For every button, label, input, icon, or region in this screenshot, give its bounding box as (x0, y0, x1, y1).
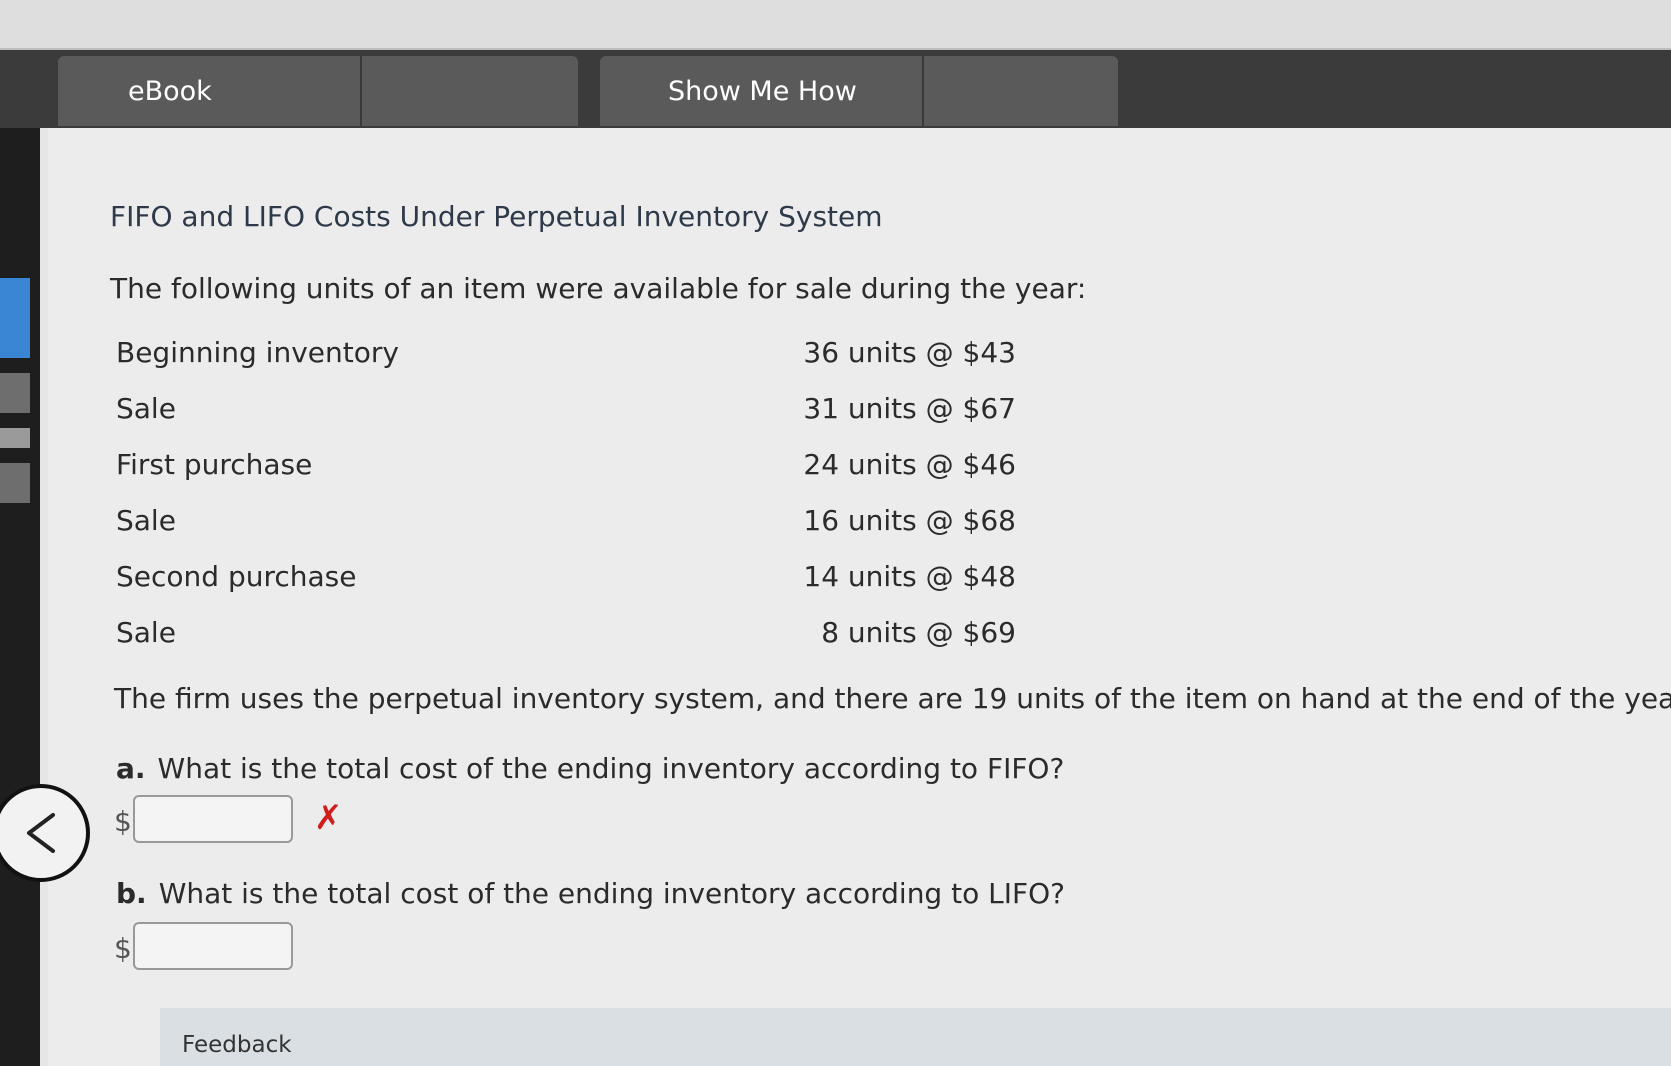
tab-divider (922, 56, 924, 126)
rail-block (0, 373, 30, 413)
row-label: Sale (116, 392, 176, 425)
ebook-tab-label: eBook (128, 75, 212, 107)
question-b: b. What is the total cost of the ending i… (116, 877, 1065, 910)
rail-active-block (0, 278, 30, 358)
row-label: Sale (116, 616, 176, 649)
question-b-text: What is the total cost of the ending inv… (158, 877, 1065, 910)
table-row: Sale 31 units @ $67 (116, 386, 1016, 442)
x-mark-icon: ✗ (314, 798, 343, 838)
left-rail (0, 128, 40, 1066)
problem-title: FIFO and LIFO Costs Under Perpetual Inve… (110, 200, 883, 233)
row-label: Beginning inventory (116, 336, 399, 369)
question-a: a. What is the total cost of the ending i… (116, 752, 1064, 785)
row-value: 8 units @ $69 (821, 616, 1016, 649)
question-a-letter: a. (116, 752, 146, 785)
table-row: First purchase 24 units @ $46 (116, 442, 1016, 498)
feedback-panel: Feedback (160, 1008, 1671, 1066)
row-value: 24 units @ $46 (803, 448, 1016, 481)
inventory-table: Beginning inventory 36 units @ $43 Sale … (116, 330, 1016, 666)
row-value: 36 units @ $43 (803, 336, 1016, 369)
row-value: 14 units @ $48 (803, 560, 1016, 593)
question-a-text: What is the total cost of the ending inv… (157, 752, 1065, 785)
lifo-answer-input[interactable] (133, 922, 293, 970)
rail-block (0, 463, 30, 503)
row-value: 31 units @ $67 (803, 392, 1016, 425)
tab-divider (360, 56, 362, 126)
currency-symbol: $ (114, 805, 132, 838)
problem-statement: The firm uses the perpetual inventory sy… (114, 682, 1671, 715)
show-me-how-tab-label: Show Me How (668, 75, 857, 107)
rail-block (0, 428, 30, 448)
feedback-label: Feedback (182, 1032, 292, 1058)
chevron-left-icon (27, 813, 55, 853)
table-row: Second purchase 14 units @ $48 (116, 554, 1016, 610)
row-label: Sale (116, 504, 176, 537)
fifo-answer-input[interactable] (133, 795, 293, 843)
question-b-letter: b. (116, 877, 147, 910)
currency-symbol: $ (114, 932, 132, 965)
row-value: 16 units @ $68 (803, 504, 1016, 537)
browser-tab-strip (0, 0, 1671, 50)
row-label: Second purchase (116, 560, 357, 593)
problem-intro: The following units of an item were avai… (110, 272, 1087, 305)
table-row: Sale 8 units @ $69 (116, 610, 1016, 666)
show-me-how-tab[interactable]: Show Me How (600, 56, 1118, 126)
ebook-tab[interactable]: eBook (58, 56, 578, 126)
table-row: Beginning inventory 36 units @ $43 (116, 330, 1016, 386)
row-label: First purchase (116, 448, 313, 481)
table-row: Sale 16 units @ $68 (116, 498, 1016, 554)
